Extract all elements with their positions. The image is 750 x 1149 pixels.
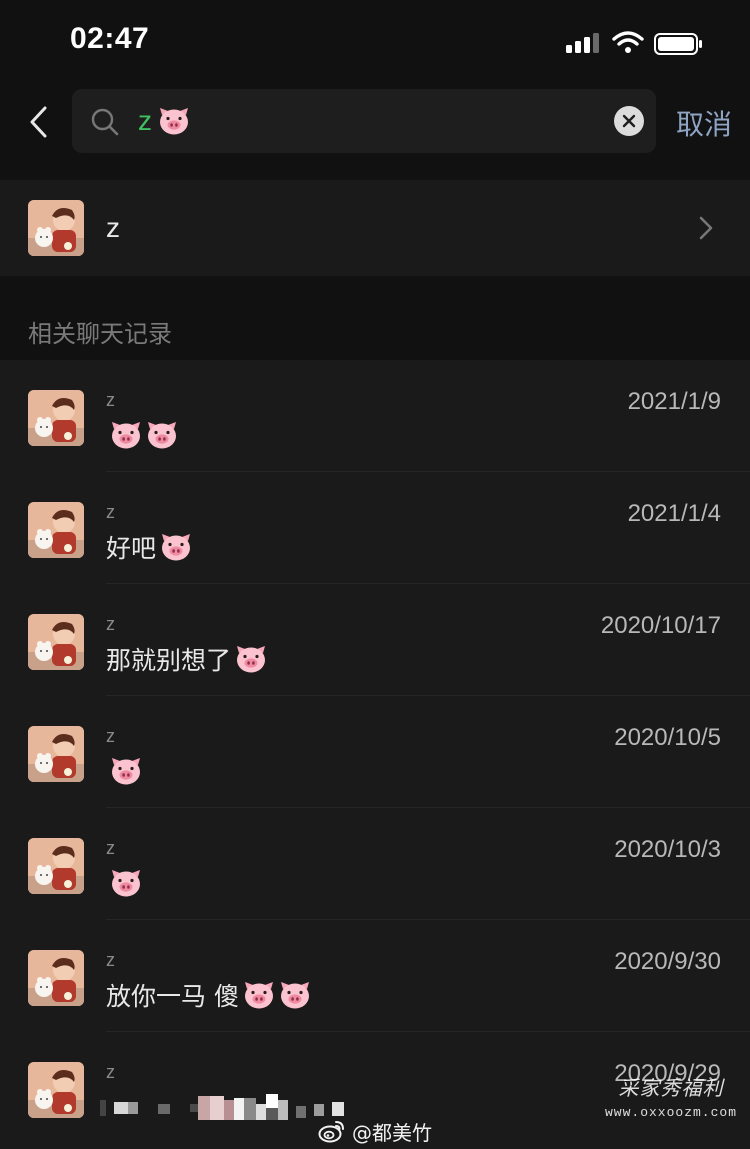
weibo-icon xyxy=(318,1121,344,1143)
pig-face-emoji xyxy=(162,534,191,561)
avatar xyxy=(28,200,84,256)
site-watermark-title: 采家秀福利 xyxy=(618,1076,724,1100)
chat-result-row[interactable]: z 2020/9/30 放你一马 傻 xyxy=(0,920,750,1032)
pig-face-emoji xyxy=(280,982,309,1009)
contact-name: z xyxy=(106,212,120,243)
pig-face-emoji xyxy=(160,108,188,135)
chat-result-row[interactable]: z 2020/10/5 xyxy=(0,696,750,808)
search-query[interactable]: z xyxy=(138,103,190,139)
weibo-watermark: @都美竹 xyxy=(318,1116,432,1146)
pig-face-emoji xyxy=(112,870,140,897)
message-sender: z xyxy=(106,950,115,970)
clear-icon xyxy=(622,114,636,128)
message-sender: z xyxy=(106,502,115,522)
wifi-icon xyxy=(612,31,644,53)
search-query-text: z xyxy=(138,105,152,136)
avatar xyxy=(28,390,84,446)
message-snippet: 好吧 xyxy=(106,530,192,564)
message-text: 那就别想了 xyxy=(106,646,232,675)
message-sender: z xyxy=(106,390,115,410)
pig-face-emoji xyxy=(148,422,176,449)
pig-face-emoji xyxy=(112,422,140,449)
weibo-handle: @都美竹 xyxy=(352,1120,432,1145)
chat-result-row[interactable]: z 2021/1/4 好吧 xyxy=(0,472,750,584)
section-title: 相关聊天记录 xyxy=(28,320,172,348)
message-date: 2021/1/9 xyxy=(627,388,721,415)
avatar xyxy=(28,502,84,558)
chat-result-row[interactable]: z 2020/10/17 那就别想了 xyxy=(0,584,750,696)
pig-face-emoji xyxy=(237,646,266,673)
cancel-button[interactable]: 取消 xyxy=(676,103,732,143)
message-date: 2020/10/5 xyxy=(614,724,721,751)
avatar xyxy=(28,726,84,782)
chat-result-row[interactable]: z 2020/10/3 xyxy=(0,808,750,920)
status-bar: 02:47 xyxy=(0,0,750,85)
site-watermark-url: www.oxxoozm.com xyxy=(604,1105,738,1120)
message-sender: z xyxy=(106,726,115,746)
message-text: 好吧 xyxy=(106,534,157,563)
message-snippet xyxy=(106,754,142,788)
status-time: 02:47 xyxy=(70,22,150,55)
message-sender: z xyxy=(106,838,115,858)
avatar xyxy=(28,838,84,894)
pig-face-emoji xyxy=(244,982,273,1009)
message-date: 2020/10/17 xyxy=(600,612,721,639)
contact-result-row[interactable]: z xyxy=(0,180,750,276)
message-date: 2021/1/4 xyxy=(627,500,721,527)
message-date: 2020/9/30 xyxy=(614,948,721,975)
message-date: 2020/10/3 xyxy=(614,836,721,863)
pig-face-emoji xyxy=(112,758,140,785)
message-snippet xyxy=(106,866,142,900)
avatar xyxy=(28,614,84,670)
chat-result-row[interactable]: z 2021/1/9 xyxy=(0,360,750,472)
search-header: z 取消 xyxy=(0,85,750,170)
message-text: 放你一马 傻 xyxy=(106,982,239,1011)
back-arrow-icon xyxy=(30,106,47,138)
chat-history-list: z 2021/1/9 z 2021/1/4 好吧 z 2020/10/17 那就… xyxy=(0,360,750,1149)
avatar xyxy=(28,1062,84,1118)
search-input[interactable]: z xyxy=(72,89,656,153)
chevron-right-icon xyxy=(699,216,713,240)
message-snippet: 放你一马 傻 xyxy=(106,978,311,1012)
battery-icon xyxy=(654,33,702,55)
avatar xyxy=(28,950,84,1006)
message-sender: z xyxy=(106,614,115,634)
message-snippet xyxy=(106,418,178,452)
censored-message-mosaic xyxy=(100,1094,344,1120)
site-watermark: 采家秀福利 www.oxxoozm.com xyxy=(596,1072,746,1132)
clear-search-button[interactable] xyxy=(614,106,644,136)
search-icon xyxy=(91,108,119,136)
back-button[interactable] xyxy=(18,97,58,147)
signal-icon xyxy=(566,33,599,53)
message-snippet: 那就别想了 xyxy=(106,642,267,676)
message-sender: z xyxy=(106,1062,115,1082)
